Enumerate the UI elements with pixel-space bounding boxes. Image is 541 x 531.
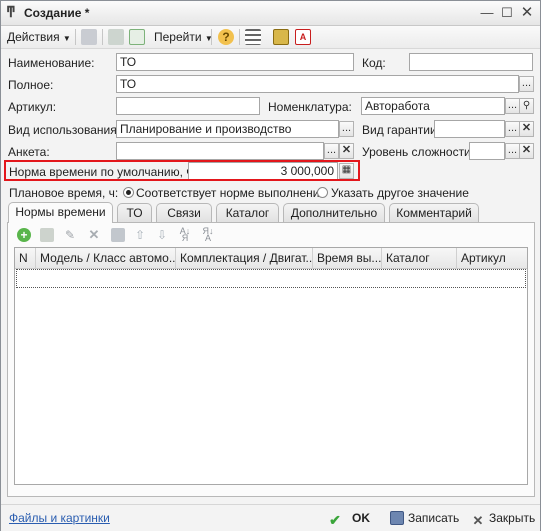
name-label: Наименование: <box>8 56 95 70</box>
footer: Файлы и картинки ✔ OK Записать ✕ Закрыть <box>1 504 540 531</box>
checkmark-icon: ✔ <box>329 512 341 528</box>
code-field[interactable] <box>409 53 533 71</box>
minimize-icon[interactable]: — <box>479 5 495 21</box>
column-header-n[interactable]: N <box>15 248 36 269</box>
radio-match-label[interactable]: Соответствует норме выполнения <box>136 186 326 200</box>
files-and-images-link[interactable]: Файлы и картинки <box>9 511 110 525</box>
end-edit-icon[interactable] <box>111 228 125 242</box>
structure-icon[interactable] <box>245 29 261 45</box>
usage-select-button[interactable]: ... <box>339 121 354 137</box>
time-norms-table[interactable]: N Модель / Класс автомо... Комплектация … <box>14 247 528 485</box>
goto-label: Перейти <box>154 30 202 44</box>
name-field[interactable]: ТО <box>116 53 354 71</box>
create-based-on-icon[interactable] <box>129 29 145 45</box>
clear-icon[interactable]: ✕ <box>519 143 534 159</box>
radio-other[interactable] <box>317 187 328 198</box>
app-icon: ͳ <box>6 4 16 21</box>
code-label: Код: <box>362 56 386 70</box>
tab-links[interactable]: Связи <box>156 203 212 222</box>
tab-time-norms[interactable]: Нормы времени <box>8 202 113 223</box>
questionnaire-select-button[interactable]: ... <box>324 143 339 159</box>
full-name-label: Полное: <box>8 78 54 92</box>
radio-match[interactable] <box>123 187 134 198</box>
sort-asc-icon[interactable]: A↓ Я <box>178 227 192 243</box>
article-label: Артикул: <box>8 100 57 114</box>
clear-icon[interactable]: ✕ <box>339 143 354 159</box>
maximize-icon[interactable]: ☐ <box>499 5 515 21</box>
tab-catalog[interactable]: Каталог <box>216 203 279 222</box>
nomenclature-field[interactable]: Авторабота <box>361 97 505 115</box>
window: ͳ Создание * — ☐ ✕ Действия ▼ Перейти ▼ … <box>0 0 541 531</box>
clear-icon[interactable]: ✕ <box>519 121 534 137</box>
actions-menu[interactable]: Действия ▼ <box>7 29 71 45</box>
column-header-time[interactable]: Время вы... <box>313 248 382 269</box>
save-button[interactable]: Записать <box>390 509 459 527</box>
complexity-field[interactable] <box>469 142 505 160</box>
help-icon[interactable]: ? <box>218 29 234 45</box>
table-row[interactable] <box>16 269 526 288</box>
goto-menu[interactable]: Перейти ▼ <box>154 29 213 45</box>
article-field[interactable] <box>116 97 260 115</box>
full-name-select-button[interactable]: ... <box>519 76 534 92</box>
move-down-icon[interactable]: ⇩ <box>155 228 169 242</box>
usage-label: Вид использования: <box>8 123 121 137</box>
move-up-icon[interactable]: ⇧ <box>133 228 147 242</box>
warranty-field[interactable] <box>434 120 505 138</box>
column-header-catalog[interactable]: Каталог <box>382 248 457 269</box>
separator <box>75 29 76 45</box>
tab-maintenance[interactable]: ТО <box>117 203 152 222</box>
pdf-icon[interactable]: A <box>295 29 311 45</box>
nomenclature-select-button[interactable]: ... <box>505 98 520 114</box>
highlight-box <box>4 160 360 181</box>
floppy-disk-icon <box>390 511 404 525</box>
title-bar: ͳ Создание * — ☐ ✕ <box>1 1 540 26</box>
ok-button[interactable]: ✔ OK <box>328 509 370 527</box>
window-title: Создание * <box>24 6 90 20</box>
column-header-model[interactable]: Модель / Класс автомо... <box>36 248 176 269</box>
close-icon[interactable]: ✕ <box>519 5 535 21</box>
full-name-field[interactable]: ТО <box>116 75 519 93</box>
separator <box>102 29 103 45</box>
close-label: Закрыть <box>489 511 536 525</box>
save-disabled-icon[interactable] <box>81 29 97 45</box>
nomenclature-label: Номенклатура: <box>268 100 352 114</box>
tab-comment[interactable]: Комментарий <box>389 203 479 222</box>
ok-label: OK <box>352 511 370 525</box>
separator <box>211 29 212 45</box>
copy-disabled-icon[interactable] <box>108 29 124 45</box>
save-label: Записать <box>408 511 460 525</box>
sort-desc-icon[interactable]: Я↓ A <box>201 227 215 243</box>
planned-time-label: Плановое время, ч: <box>9 186 119 200</box>
usage-field[interactable]: Планирование и производство <box>116 120 339 138</box>
form-label: Анкета: <box>8 145 50 159</box>
copy-row-icon[interactable] <box>40 228 54 242</box>
actions-label: Действия <box>7 30 60 44</box>
search-icon[interactable]: ⚲ <box>519 98 534 114</box>
toolbar: Действия ▼ Перейти ▼ ? A <box>1 26 540 49</box>
complexity-select-button[interactable]: ... <box>505 143 520 159</box>
chevron-down-icon: ▼ <box>62 34 71 43</box>
column-header-config[interactable]: Комплектация / Двигат... <box>176 248 313 269</box>
tab-additional[interactable]: Дополнительно <box>283 203 385 222</box>
column-header-article[interactable]: Артикул <box>457 248 527 269</box>
copy-window-icon[interactable] <box>273 29 289 45</box>
warranty-select-button[interactable]: ... <box>505 121 520 137</box>
close-icon: ✕ <box>472 513 484 528</box>
delete-row-icon[interactable]: ✕ <box>87 228 101 242</box>
complexity-label: Уровень сложности: <box>362 145 475 159</box>
separator <box>239 29 240 45</box>
edit-row-icon[interactable]: ✎ <box>63 228 77 242</box>
radio-other-label[interactable]: Указать другое значение <box>331 186 469 200</box>
add-row-icon[interactable]: + <box>17 228 31 242</box>
warranty-label: Вид гарантии: <box>362 123 441 137</box>
close-button[interactable]: ✕ Закрыть <box>471 509 536 528</box>
questionnaire-field[interactable] <box>116 142 324 160</box>
